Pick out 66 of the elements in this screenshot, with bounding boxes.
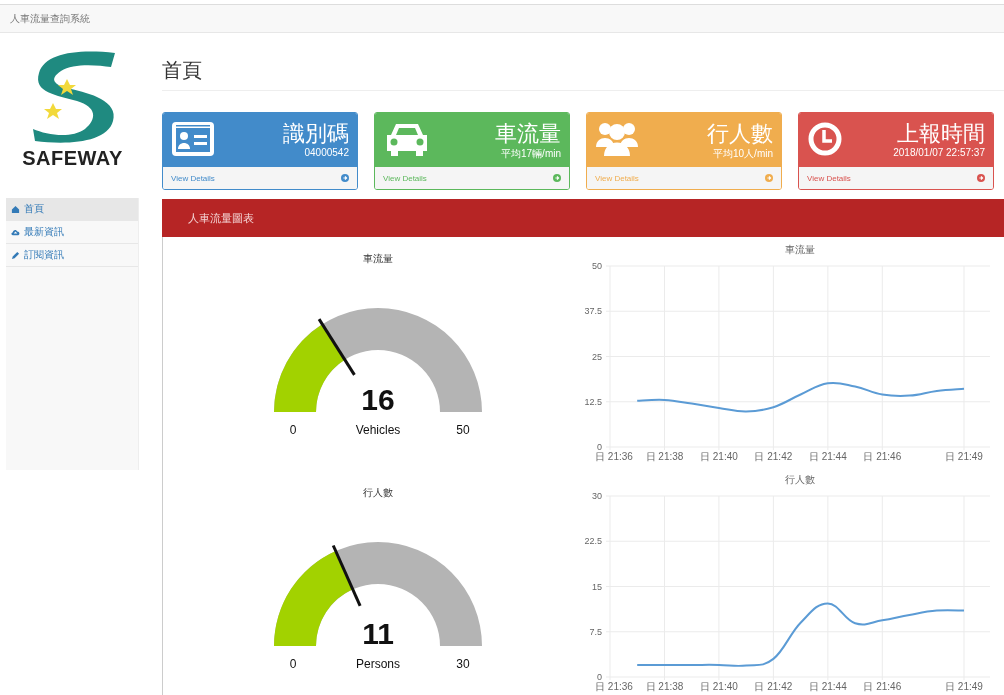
y-tick-label: 25 bbox=[592, 351, 602, 362]
sidebar-item[interactable]: 最新資訊 bbox=[6, 221, 138, 244]
x-tick-label: 日 21:46 bbox=[863, 451, 902, 462]
chart-title: 行人數 bbox=[785, 474, 815, 485]
y-tick-label: 7.5 bbox=[589, 626, 602, 637]
card-subtitle: 04000542 bbox=[304, 147, 349, 158]
gauge-title: 行人數 bbox=[362, 486, 393, 500]
gauge-unit: Persons bbox=[355, 657, 400, 671]
y-tick-label: 15 bbox=[592, 581, 602, 592]
arrow-circle-icon bbox=[765, 174, 773, 182]
page-title: 首頁 bbox=[162, 57, 1004, 91]
pencil-icon bbox=[11, 250, 20, 260]
cloud-upload-icon bbox=[11, 227, 20, 237]
view-details-link[interactable]: View Details bbox=[807, 173, 851, 183]
x-tick-label: 日 21:36 bbox=[595, 451, 633, 462]
x-tick-label: 日 21:49 bbox=[945, 681, 983, 692]
y-tick-label: 37.5 bbox=[584, 306, 602, 317]
y-tick-label: 0 bbox=[597, 672, 602, 682]
y-tick-label: 30 bbox=[592, 491, 602, 501]
logo-text: SAFEWAY bbox=[22, 147, 123, 170]
y-tick-label: 0 bbox=[597, 442, 602, 452]
id-card-icon bbox=[171, 121, 215, 157]
view-details-link[interactable]: View Details bbox=[171, 173, 215, 183]
home-icon bbox=[11, 204, 20, 214]
gauge-title: 車流量 bbox=[362, 252, 393, 266]
gauge-needle bbox=[317, 318, 356, 376]
card-subtitle: 平均10人/min bbox=[713, 147, 773, 161]
gauge-max: 50 bbox=[455, 423, 470, 437]
y-tick-label: 50 bbox=[592, 261, 602, 271]
arrow-circle-icon bbox=[341, 174, 349, 182]
panel-title: 人車流量圖表 bbox=[188, 210, 254, 226]
x-tick-label: 日 21:40 bbox=[700, 681, 738, 692]
chart-title: 車流量 bbox=[785, 244, 815, 255]
gauge-unit: Vehicles bbox=[355, 423, 400, 437]
gauge-min: 0 bbox=[289, 657, 296, 671]
gauge-min: 0 bbox=[289, 423, 296, 437]
gauge-value: 16 bbox=[360, 383, 395, 416]
app-title: 人車流量查詢系統 bbox=[10, 11, 90, 26]
x-tick-label: 日 21:40 bbox=[700, 451, 738, 462]
card-title: 行人數 bbox=[707, 121, 773, 147]
y-tick-label: 12.5 bbox=[584, 396, 602, 407]
x-tick-label: 日 21:36 bbox=[595, 681, 633, 692]
x-tick-label: 日 21:44 bbox=[808, 451, 847, 462]
x-tick-label: 日 21:38 bbox=[645, 451, 684, 462]
x-tick-label: 日 21:38 bbox=[645, 681, 684, 692]
x-tick-label: 日 21:49 bbox=[945, 451, 983, 462]
arrow-circle-icon bbox=[977, 174, 985, 182]
card-subtitle: 平均17輛/min bbox=[501, 147, 561, 161]
users-icon bbox=[595, 121, 639, 157]
card-title: 識別碼 bbox=[283, 121, 349, 147]
x-tick-label: 日 21:42 bbox=[754, 681, 793, 692]
sidebar-item[interactable]: 首頁 bbox=[6, 198, 138, 221]
clock-icon bbox=[807, 121, 843, 157]
x-tick-label: 日 21:46 bbox=[863, 681, 902, 692]
card-subtitle: 2018/01/07 22:57:37 bbox=[893, 147, 985, 158]
gauge-max: 30 bbox=[455, 657, 470, 671]
x-tick-label: 日 21:44 bbox=[808, 681, 847, 692]
card-title: 上報時間 bbox=[897, 121, 985, 147]
gauge-value: 11 bbox=[361, 617, 394, 650]
sidebar-item[interactable]: 訂閱資訊 bbox=[6, 244, 138, 267]
view-details-link[interactable]: View Details bbox=[383, 173, 427, 183]
card-title: 車流量 bbox=[495, 121, 561, 147]
gauge-needle bbox=[331, 544, 361, 607]
arrow-circle-icon bbox=[553, 174, 561, 182]
y-tick-label: 22.5 bbox=[584, 536, 602, 547]
x-tick-label: 日 21:42 bbox=[754, 451, 793, 462]
